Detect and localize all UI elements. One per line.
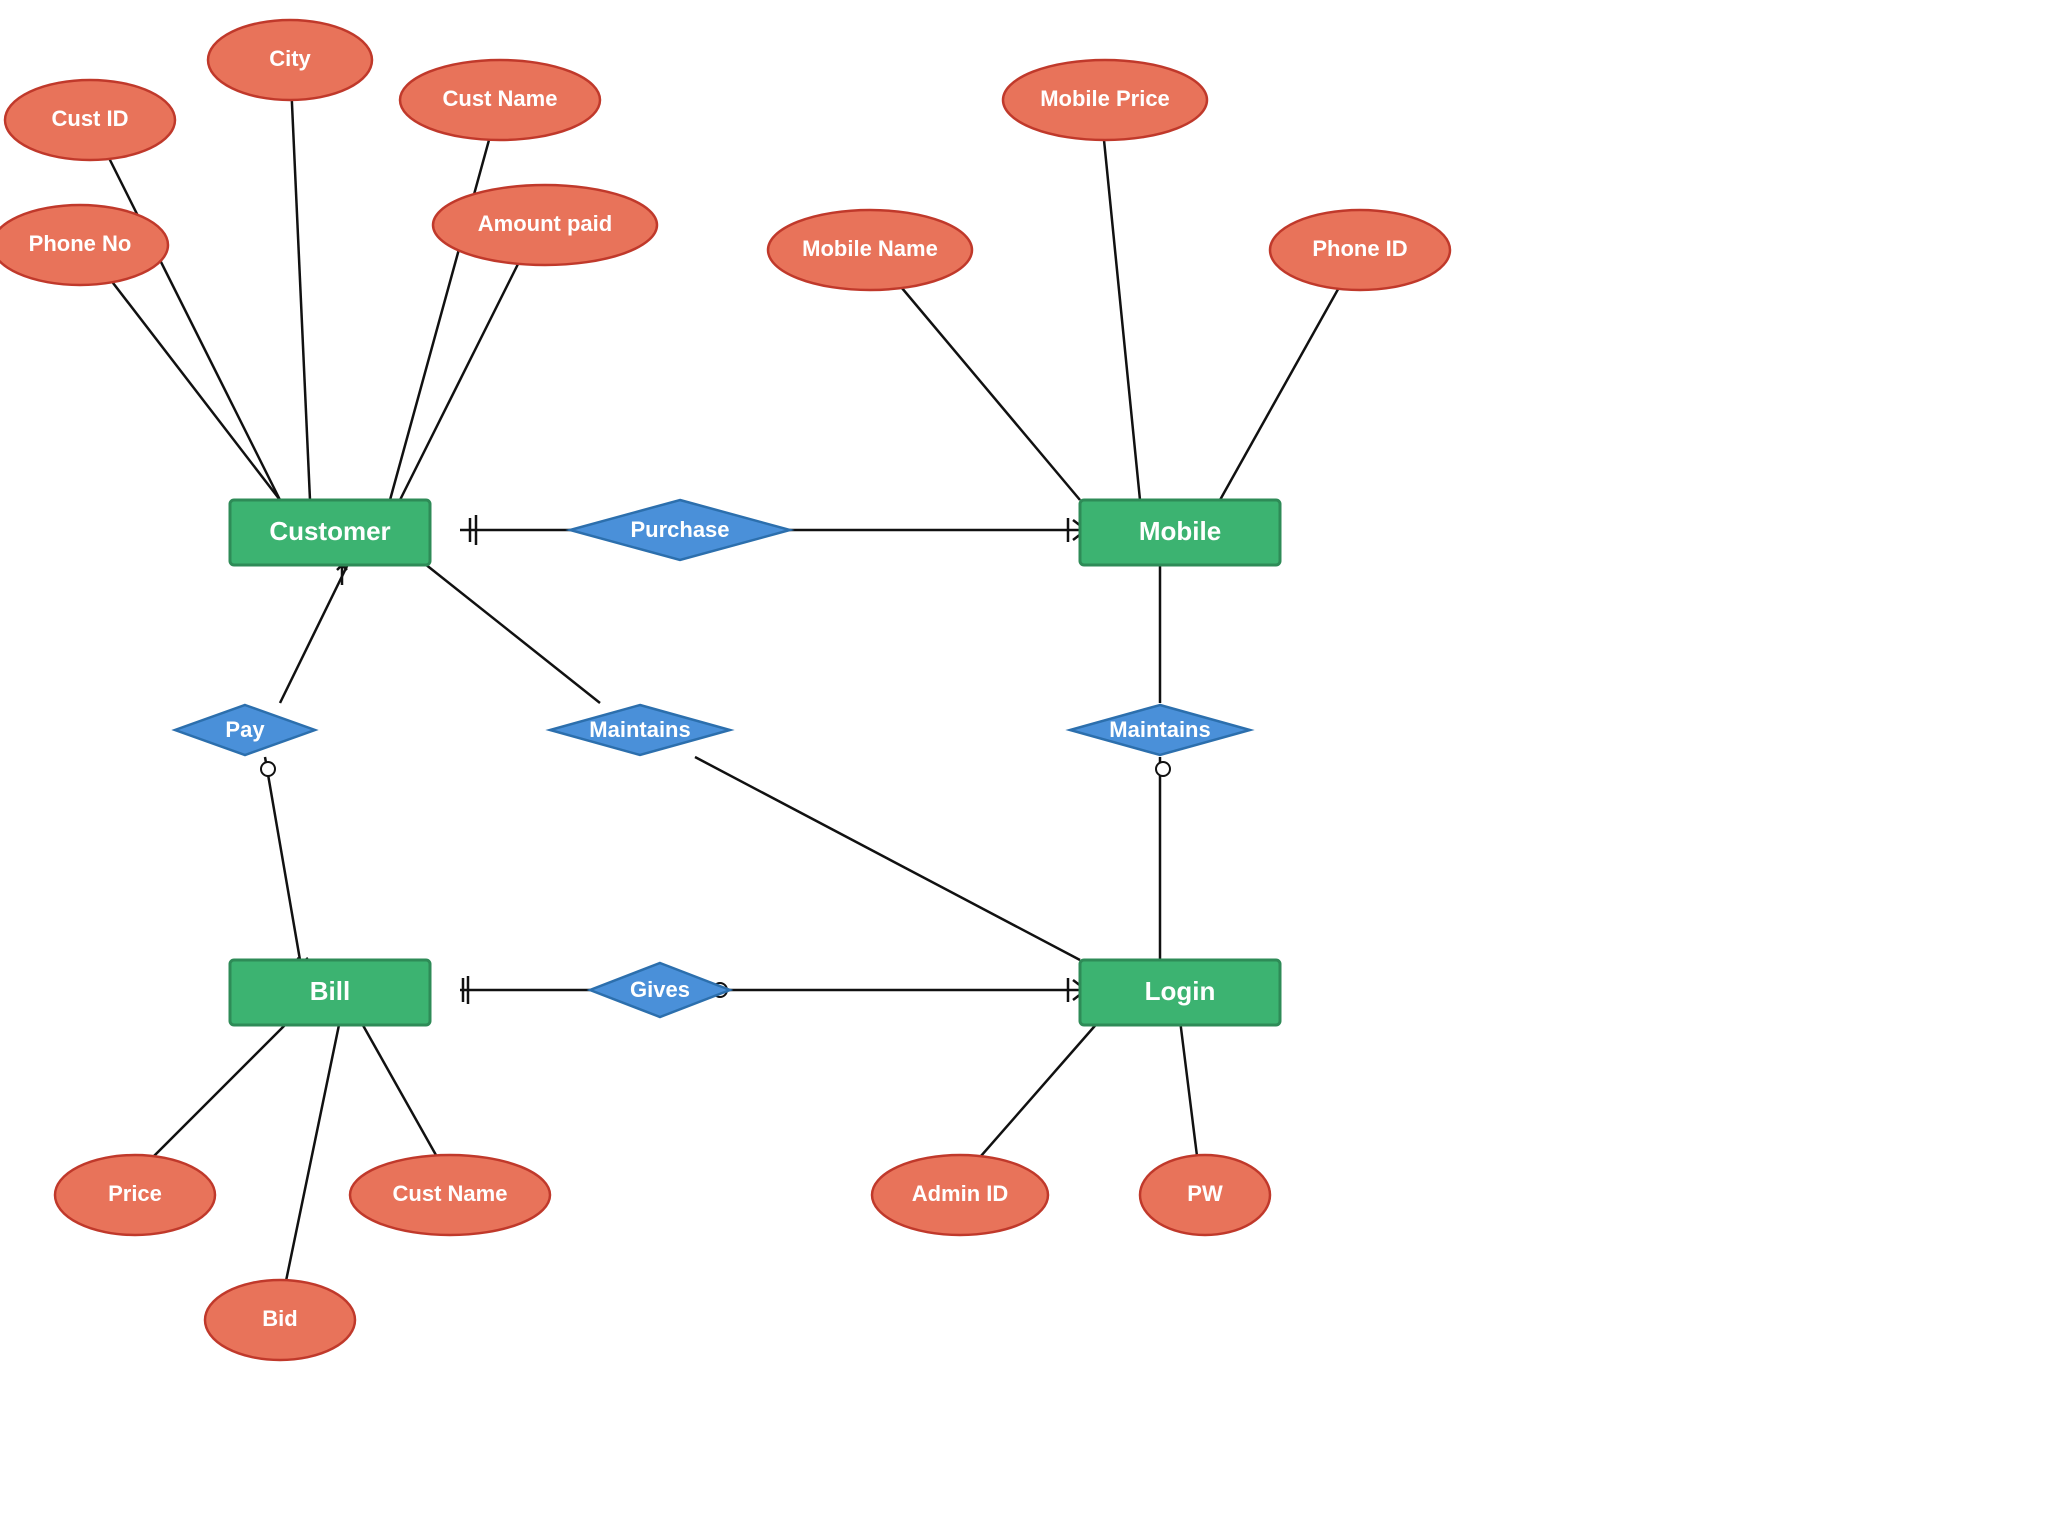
conn-mobileprice-mobile [1100,100,1140,500]
attr-admin-id-label: Admin ID [912,1181,1009,1206]
conn-custid-customer [90,120,280,500]
conn-customer-maintains-left [420,560,600,703]
conn-maintains-left-login [695,757,1080,960]
conn-bid-bill [280,1020,340,1310]
attr-mobile-name-label: Mobile Name [802,236,938,261]
attr-amount-paid-label: Amount paid [478,211,612,236]
conn-city-customer [290,60,310,500]
entity-mobile-label: Mobile [1139,516,1221,546]
entity-customer-label: Customer [269,516,390,546]
relation-maintains-left-label: Maintains [589,717,690,742]
conn-customer-pay [280,560,350,703]
er-diagram: Cust ID City Cust Name Phone No Amount p… [0,0,2048,1509]
entity-bill-label: Bill [310,976,350,1006]
attr-mobile-price-label: Mobile Price [1040,86,1170,111]
relation-pay-label: Pay [225,717,265,742]
attr-price-label: Price [108,1181,162,1206]
relation-gives-label: Gives [630,977,690,1002]
attr-pw-label: PW [1187,1181,1223,1206]
attr-bid-label: Bid [262,1306,297,1331]
attr-cust-name-bill-label: Cust Name [393,1181,508,1206]
relation-maintains-right-label: Maintains [1109,717,1210,742]
attr-cust-id-label: Cust ID [52,106,129,131]
attr-cust-name-label: Cust Name [443,86,558,111]
attr-phone-id-label: Phone ID [1312,236,1407,261]
conn-pay-bill [265,757,300,960]
entity-login-label: Login [1145,976,1216,1006]
attr-phone-no-label: Phone No [29,231,132,256]
conn-custname-customer [390,100,500,500]
attr-city-label: City [269,46,311,71]
relation-purchase-label: Purchase [630,517,729,542]
